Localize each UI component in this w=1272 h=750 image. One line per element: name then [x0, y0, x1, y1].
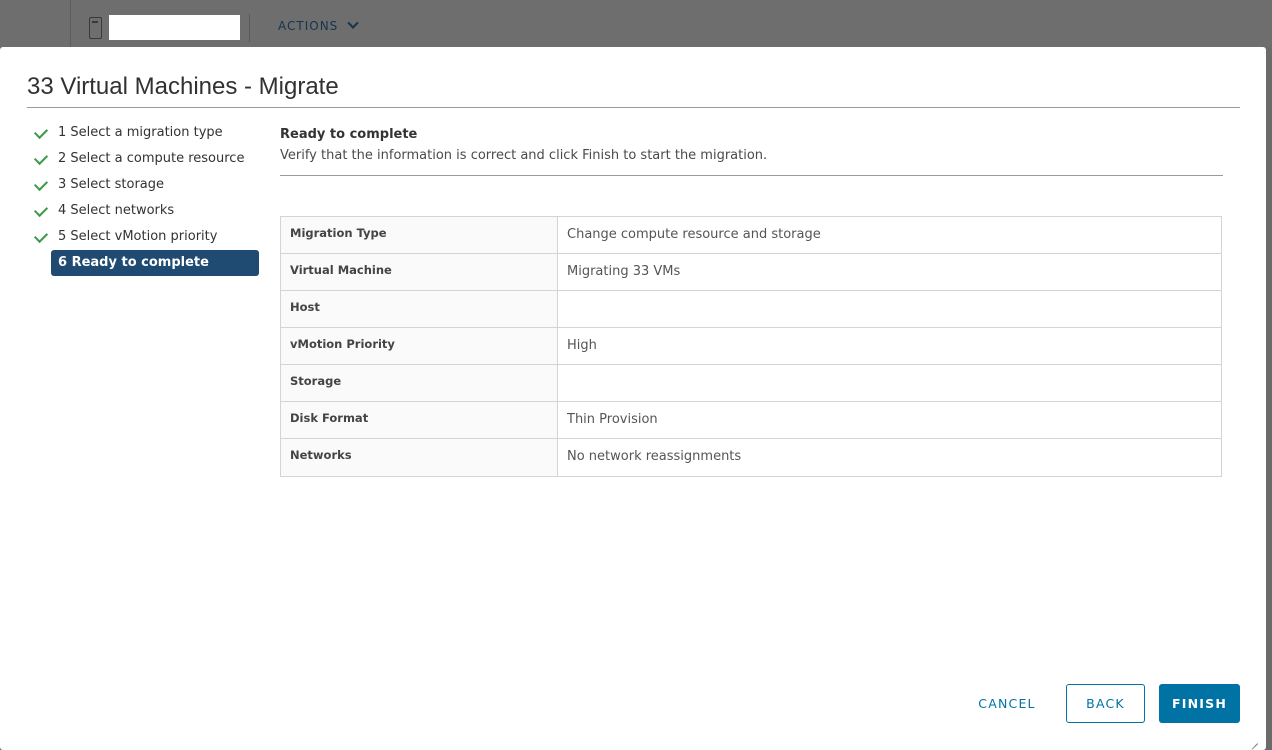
- checkmark-icon: [33, 202, 49, 218]
- step-4[interactable]: 4 Select networks: [33, 198, 265, 224]
- summary-table: Migration Type Change compute resource a…: [280, 216, 1222, 477]
- object-name-field: [109, 15, 240, 40]
- step-label: 4 Select networks: [58, 203, 175, 218]
- cancel-button[interactable]: CANCEL: [962, 684, 1052, 723]
- table-row: Networks No network reassignments: [281, 439, 1221, 476]
- vm-icon: [89, 17, 102, 39]
- step-label: 5 Select vMotion priority: [58, 229, 218, 244]
- step-label: 3 Select storage: [58, 177, 165, 192]
- step-5[interactable]: 5 Select vMotion priority: [33, 224, 265, 250]
- summary-value: Change compute resource and storage: [567, 227, 821, 242]
- checkmark-icon: [33, 176, 49, 192]
- divider: [249, 14, 250, 42]
- table-row: Virtual Machine Migrating 33 VMs: [281, 254, 1221, 291]
- summary-key: vMotion Priority: [281, 328, 558, 364]
- chevron-down-icon: [347, 17, 359, 29]
- actions-menu[interactable]: ACTIONS: [278, 17, 359, 33]
- step-label: 1 Select a migration type: [58, 125, 223, 140]
- summary-key: Disk Format: [281, 402, 558, 438]
- migrate-dialog: 33 Virtual Machines - Migrate 1 Select a…: [0, 47, 1266, 750]
- summary-value: [558, 291, 1221, 327]
- checkmark-icon: [33, 228, 49, 244]
- step-3[interactable]: 3 Select storage: [33, 172, 265, 198]
- step-label: 6 Ready to complete: [58, 255, 209, 270]
- divider: [70, 0, 71, 48]
- wizard-steps: 1 Select a migration type 2 Select a com…: [33, 120, 265, 276]
- background-edge: [1266, 47, 1272, 750]
- back-button[interactable]: BACK: [1066, 684, 1145, 723]
- summary-value: [558, 365, 1221, 401]
- step-2[interactable]: 2 Select a compute resource: [33, 146, 265, 172]
- content-description: Verify that the information is correct a…: [280, 148, 768, 163]
- dialog-title: 33 Virtual Machines - Migrate: [27, 73, 339, 100]
- summary-value: High: [567, 338, 597, 353]
- content-divider: [280, 175, 1223, 176]
- finish-button[interactable]: FINISH: [1159, 684, 1240, 723]
- step-1[interactable]: 1 Select a migration type: [33, 120, 265, 146]
- table-row: vMotion Priority High: [281, 328, 1221, 365]
- step-6-active[interactable]: 6 Ready to complete: [35, 250, 265, 276]
- resize-grip-icon[interactable]: [1250, 736, 1258, 744]
- summary-key: Virtual Machine: [281, 254, 558, 290]
- checkmark-icon: [33, 150, 49, 166]
- summary-key: Storage: [281, 365, 558, 401]
- title-divider: [27, 107, 1240, 108]
- summary-key: Migration Type: [281, 217, 558, 253]
- background-header: ACTIONS: [0, 0, 1272, 48]
- table-row: Host: [281, 291, 1221, 328]
- summary-value: Migrating 33 VMs: [567, 264, 681, 279]
- content-heading: Ready to complete: [280, 127, 418, 142]
- step-content: Ready to complete Verify that the inform…: [280, 127, 1223, 163]
- actions-label: ACTIONS: [278, 19, 339, 33]
- table-row: Disk Format Thin Provision: [281, 402, 1221, 439]
- table-row: Migration Type Change compute resource a…: [281, 217, 1221, 254]
- checkmark-icon: [33, 124, 49, 140]
- summary-value: No network reassignments: [567, 449, 742, 464]
- step-label: 2 Select a compute resource: [58, 151, 245, 166]
- table-row: Storage: [281, 365, 1221, 402]
- summary-key: Host: [281, 291, 558, 327]
- summary-value: Thin Provision: [567, 412, 658, 427]
- summary-key: Networks: [281, 439, 558, 476]
